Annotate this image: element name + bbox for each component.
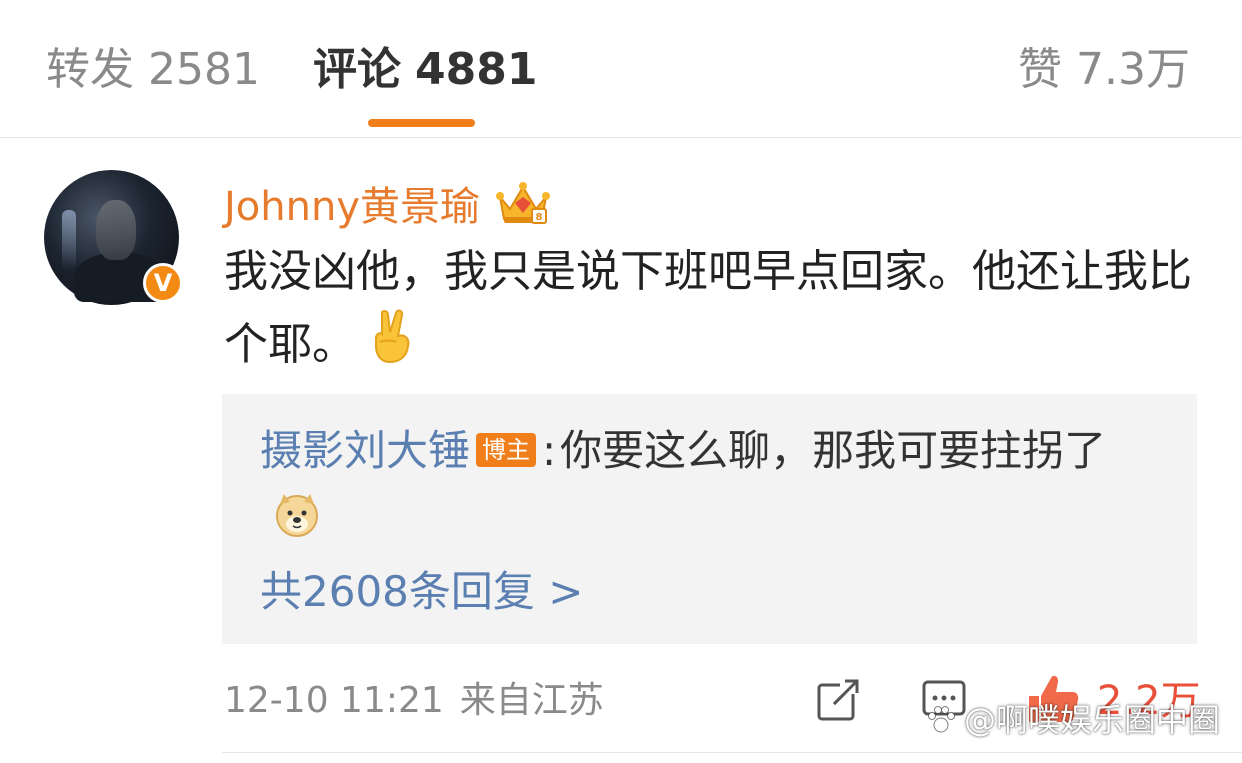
blogger-badge: 博主 xyxy=(476,432,537,467)
comment-location: 来自江苏 xyxy=(459,680,604,721)
comment-body: 我没凶他，我只是说下班吧早点回家。他还让我比个耶。 xyxy=(224,236,1214,386)
share-icon[interactable] xyxy=(814,676,862,724)
verified-badge-icon: V xyxy=(143,263,183,303)
reply-text: 你要这么聊，那我可要拄拐了 xyxy=(560,426,1107,475)
comment-username[interactable]: Johnny黄景瑜 xyxy=(224,174,480,232)
tab-repost-count: 2581 xyxy=(148,44,260,95)
comment-meta: 12-10 11:21 来自江苏 xyxy=(224,676,604,726)
tab-comments-count: 4881 xyxy=(415,44,538,95)
comment-time: 12-10 11:21 xyxy=(224,680,444,721)
watermark-text: @啊噗娱乐圈中圈 xyxy=(963,701,1220,739)
paw-icon xyxy=(927,706,955,733)
tab-likes-label: 赞 xyxy=(1018,44,1063,95)
doge-icon xyxy=(274,489,320,559)
victory-hand-icon xyxy=(370,308,418,386)
comment-tabs-bar: 转发 2581 评论 4881 赞 7.3万 xyxy=(0,0,1242,138)
tab-likes[interactable]: 赞 7.3万 xyxy=(1018,40,1190,100)
svg-text:8: 8 xyxy=(536,212,543,223)
comment-header: Johnny黄景瑜 8 xyxy=(224,173,552,233)
reply-author[interactable]: 摄影刘大锤 xyxy=(260,426,470,475)
view-all-replies-link[interactable]: 共2608条回复 > xyxy=(260,564,583,620)
comment-divider xyxy=(222,752,1242,753)
tab-likes-count: 7.3万 xyxy=(1076,44,1190,95)
tab-repost[interactable]: 转发 2581 xyxy=(46,40,260,100)
avatar[interactable]: V xyxy=(44,170,183,305)
crown-icon[interactable]: 8 xyxy=(494,179,552,227)
reply-line: 摄影刘大锤 博主:你要这么聊，那我可要拄拐了 xyxy=(260,416,1160,559)
tab-comments-label: 评论 xyxy=(313,44,401,95)
tab-repost-label: 转发 xyxy=(46,44,134,95)
reply-box[interactable]: 摄影刘大锤 博主:你要这么聊，那我可要拄拐了 共2608条回复 > xyxy=(222,394,1197,644)
active-tab-indicator xyxy=(368,119,475,127)
victory-hand-emoji xyxy=(375,309,410,364)
reply-colon: : xyxy=(542,426,557,475)
doge-emoji xyxy=(276,493,318,537)
tab-comments[interactable]: 评论 4881 xyxy=(313,40,537,100)
watermark: @啊噗娱乐圈中圈 xyxy=(924,698,1220,742)
